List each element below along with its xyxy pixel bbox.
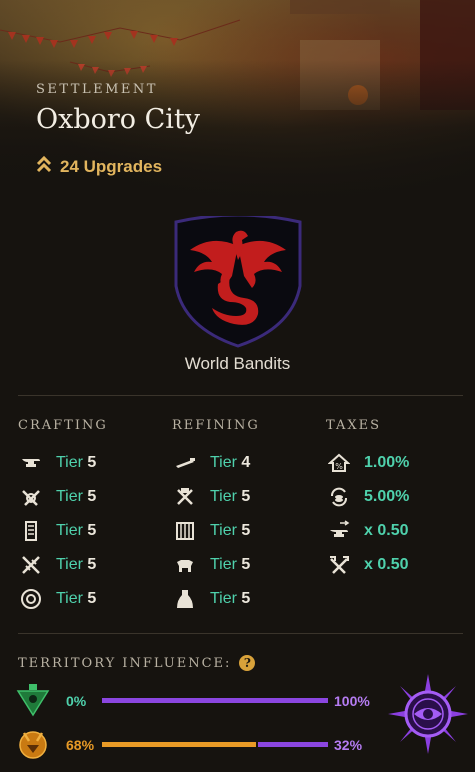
refining-row-smelting[interactable]: Tier 5 bbox=[172, 484, 250, 510]
refining-row-stonecutting[interactable]: Tier 5 bbox=[172, 586, 250, 612]
tax-row-housing[interactable]: % 1.00% bbox=[326, 450, 409, 476]
covenant-eye-icon[interactable] bbox=[388, 674, 468, 754]
crafting-row-engineering[interactable]: Tier 5 bbox=[18, 484, 96, 510]
housing-tax-icon: % bbox=[326, 450, 352, 476]
chevron-up-icon bbox=[36, 155, 52, 178]
crossed-swords-icon bbox=[18, 552, 44, 578]
tax-row-trading[interactable]: 5.00% bbox=[326, 484, 409, 510]
stonecutting-icon bbox=[172, 586, 198, 612]
upgrades-label: 24 Upgrades bbox=[60, 156, 163, 176]
refining-row-leatherworking[interactable]: Tier 5 bbox=[172, 552, 250, 578]
smelter-icon bbox=[172, 484, 198, 510]
territory-influence-label: TERRITORY INFLUENCE: bbox=[18, 655, 232, 671]
trading-tax-icon bbox=[326, 484, 352, 510]
crossed-tools-icon bbox=[18, 484, 44, 510]
scroll-icon bbox=[18, 518, 44, 544]
influence-right-percent: 32% bbox=[334, 737, 363, 753]
refining-fee-icon bbox=[326, 552, 352, 578]
refining-row-weaving[interactable]: Tier 5 bbox=[172, 518, 250, 544]
taxes-heading: TAXES bbox=[326, 418, 381, 433]
refining-row-woodworking[interactable]: Tier 4 bbox=[172, 450, 250, 476]
crafting-fee-icon bbox=[326, 518, 352, 544]
loom-icon bbox=[172, 518, 198, 544]
territory-influence-heading: TERRITORY INFLUENCE: ? bbox=[18, 655, 256, 671]
svg-text:%: % bbox=[335, 462, 343, 471]
help-icon[interactable]: ? bbox=[239, 655, 256, 671]
saw-icon bbox=[172, 450, 198, 476]
settlement-title: Oxboro City bbox=[36, 104, 201, 135]
crafting-row-outfitting[interactable]: Tier 5 bbox=[18, 518, 96, 544]
company-crest-icon[interactable] bbox=[172, 216, 304, 348]
tax-row-crafting-fee[interactable]: x 0.50 bbox=[326, 518, 408, 544]
crafting-heading: CRAFTING bbox=[18, 418, 108, 433]
section-divider bbox=[18, 633, 463, 634]
upgrades-summary[interactable]: 24 Upgrades bbox=[36, 155, 162, 178]
marauders-icon bbox=[19, 731, 47, 759]
influence-bar bbox=[102, 698, 328, 703]
crafting-row-arcana[interactable]: Tier 5 bbox=[18, 586, 96, 612]
company-name[interactable]: World Bandits bbox=[0, 354, 475, 374]
influence-left-percent: 68% bbox=[66, 737, 95, 753]
arcane-circle-icon bbox=[18, 586, 44, 612]
tax-row-refining-fee[interactable]: x 0.50 bbox=[326, 552, 408, 578]
settlement-kicker: SETTLEMENT bbox=[36, 82, 158, 97]
section-divider bbox=[18, 395, 463, 396]
tannery-icon bbox=[172, 552, 198, 578]
crafting-row-armoring[interactable]: Tier 5 bbox=[18, 552, 96, 578]
influence-right-percent: 100% bbox=[334, 693, 370, 709]
influence-bar-fill bbox=[102, 742, 256, 747]
syndicate-icon bbox=[16, 684, 50, 717]
refining-heading: REFINING bbox=[172, 418, 260, 433]
crafting-row-weaponsmithing[interactable]: Tier 5 bbox=[18, 450, 96, 476]
influence-bar bbox=[102, 742, 328, 747]
anvil-icon bbox=[18, 450, 44, 476]
influence-left-percent: 0% bbox=[66, 693, 87, 709]
